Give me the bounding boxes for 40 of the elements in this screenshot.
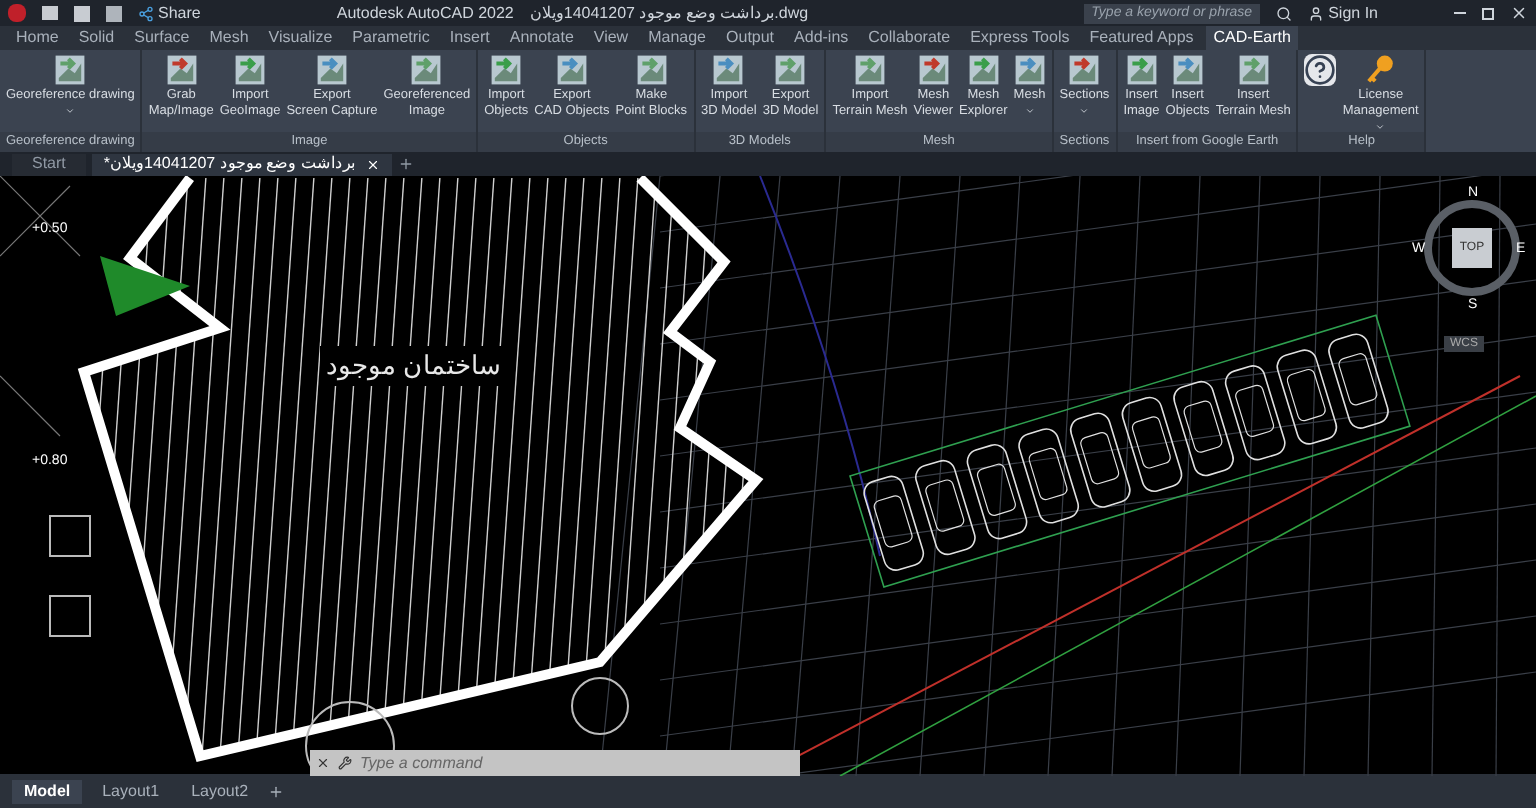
layout-tab[interactable]: Layout1 bbox=[90, 779, 172, 803]
share-button[interactable]: Share bbox=[138, 1, 201, 25]
caret-icon bbox=[1023, 106, 1036, 116]
ribbon-tab[interactable]: Visualize bbox=[260, 26, 341, 50]
document-tab[interactable]: Start bbox=[12, 153, 86, 175]
restore-icon[interactable] bbox=[1482, 7, 1494, 19]
add-layout-icon[interactable] bbox=[268, 783, 285, 799]
ribbon-tab[interactable]: View bbox=[585, 26, 637, 50]
layout-tab[interactable]: Layout2 bbox=[179, 779, 261, 803]
ribbon-tab[interactable]: CAD-Earth bbox=[1205, 26, 1299, 50]
caret-icon bbox=[1374, 122, 1387, 132]
user-icon bbox=[1308, 5, 1325, 21]
ribbon-tab[interactable]: Insert bbox=[441, 26, 498, 50]
ribbon-tab[interactable]: Collaborate bbox=[860, 26, 959, 50]
new-tab-icon[interactable] bbox=[398, 156, 415, 172]
wrench-icon[interactable] bbox=[338, 756, 352, 770]
file-name: برداشت وضع موجود 14041207ویلان.dwg bbox=[529, 1, 809, 25]
caret-icon bbox=[64, 106, 77, 116]
ribbon-tab[interactable]: Mesh bbox=[201, 26, 257, 50]
ribbon-tab[interactable]: Parametric bbox=[344, 26, 438, 50]
ribbon-tab[interactable]: Express Tools bbox=[962, 26, 1078, 50]
search-icon[interactable] bbox=[1276, 5, 1293, 21]
ribbon-tab[interactable]: Manage bbox=[640, 26, 715, 50]
ribbon-tab[interactable]: Solid bbox=[70, 26, 123, 50]
ribbon-tab[interactable]: Annotate bbox=[501, 26, 582, 50]
document-tab[interactable]: *برداشت وضع موجود 14041207ویلان bbox=[91, 153, 393, 175]
ribbon-tab[interactable]: Featured Apps bbox=[1081, 26, 1202, 50]
caret-icon bbox=[1078, 106, 1091, 116]
layout-tab[interactable]: Model bbox=[12, 779, 83, 803]
share-icon bbox=[138, 5, 154, 21]
ribbon-tab[interactable]: Surface bbox=[126, 26, 198, 50]
ribbon-button[interactable] bbox=[1302, 54, 1339, 86]
ribbon-tab[interactable]: Home bbox=[8, 26, 67, 50]
close-icon[interactable] bbox=[316, 756, 330, 770]
ribbon-tab[interactable]: Output bbox=[718, 26, 783, 50]
sign-in-button[interactable]: Sign In bbox=[1308, 1, 1378, 25]
ribbon-tab[interactable]: Add-ins bbox=[786, 26, 857, 50]
key-icon bbox=[1364, 54, 1397, 86]
app-logo-icon[interactable] bbox=[8, 4, 26, 22]
window-title: Autodesk AutoCAD 2022 bbox=[336, 1, 514, 25]
